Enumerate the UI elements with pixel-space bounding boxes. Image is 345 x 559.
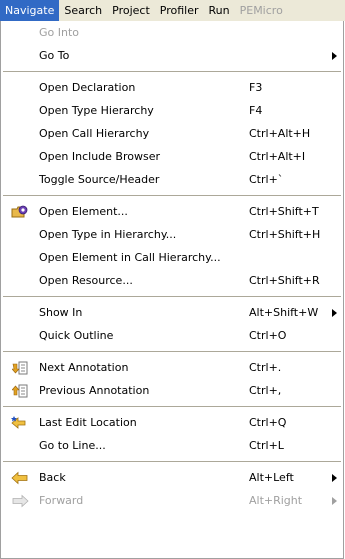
menu-separator: [3, 461, 341, 462]
menu-item-go-to-line[interactable]: Go to Line... Ctrl+L: [1, 434, 343, 457]
menu-item-shortcut: Ctrl+Q: [249, 416, 287, 429]
menu-item-shortcut: Ctrl+Shift+H: [249, 228, 321, 241]
menu-item-shortcut: Ctrl+Alt+H: [249, 127, 311, 140]
menu-item-label: Open Resource...: [39, 274, 133, 287]
menu-item-last-edit-location[interactable]: Last Edit Location Ctrl+Q: [1, 411, 343, 434]
previous-annotation-icon: [1, 379, 39, 402]
forward-arrow-icon: [1, 489, 39, 512]
menu-separator: [3, 351, 341, 352]
submenu-arrow-icon: [332, 44, 337, 67]
menubar-navigate[interactable]: Navigate: [0, 0, 60, 21]
menu-separator: [3, 406, 341, 407]
menu-item-open-type-in-hierarchy[interactable]: Open Type in Hierarchy... Ctrl+Shift+H: [1, 223, 343, 246]
menu-bar: Navigate Search Project Profiler Run PEM…: [0, 0, 345, 21]
menu-item-open-declaration[interactable]: Open Declaration F3: [1, 76, 343, 99]
menu-item-label: Open Type Hierarchy: [39, 104, 154, 117]
next-annotation-icon: [1, 356, 39, 379]
submenu-arrow-icon: [332, 466, 337, 489]
menu-item-label: Open Include Browser: [39, 150, 160, 163]
menu-item-label: Open Element in Call Hierarchy...: [39, 251, 221, 264]
menu-item-label: Quick Outline: [39, 329, 114, 342]
menu-item-go-to[interactable]: Go To: [1, 44, 343, 67]
menubar-run[interactable]: Run: [204, 0, 235, 21]
menu-separator: [3, 71, 341, 72]
open-element-icon: [1, 200, 39, 223]
menubar-search[interactable]: Search: [59, 0, 107, 21]
menu-item-open-element[interactable]: Open Element... Ctrl+Shift+T: [1, 200, 343, 223]
menu-separator: [3, 296, 341, 297]
menu-item-label: Open Call Hierarchy: [39, 127, 150, 140]
menu-item-toggle-source-header[interactable]: Toggle Source/Header Ctrl+`: [1, 168, 343, 191]
menu-separator: [3, 195, 341, 196]
menu-item-shortcut: F4: [249, 104, 263, 117]
submenu-arrow-icon: [332, 301, 337, 324]
menu-item-label: Open Type in Hierarchy...: [39, 228, 177, 241]
menu-item-previous-annotation[interactable]: Previous Annotation Ctrl+,: [1, 379, 343, 402]
menu-item-open-include-browser[interactable]: Open Include Browser Ctrl+Alt+I: [1, 145, 343, 168]
menu-item-shortcut: Alt+Left: [249, 471, 294, 484]
menu-item-shortcut: Ctrl+,: [249, 384, 282, 397]
menu-item-go-into[interactable]: Go Into: [1, 21, 343, 44]
menu-item-next-annotation[interactable]: Next Annotation Ctrl+.: [1, 356, 343, 379]
menubar-profiler[interactable]: Profiler: [155, 0, 204, 21]
menu-item-open-element-in-call-hierarchy[interactable]: Open Element in Call Hierarchy...: [1, 246, 343, 269]
back-arrow-icon: [1, 466, 39, 489]
menu-item-shortcut: Alt+Right: [249, 494, 303, 507]
menu-item-open-type-hierarchy[interactable]: Open Type Hierarchy F4: [1, 99, 343, 122]
menu-item-quick-outline[interactable]: Quick Outline Ctrl+O: [1, 324, 343, 347]
menu-item-label: Previous Annotation: [39, 384, 150, 397]
menu-item-shortcut: F3: [249, 81, 263, 94]
menu-item-label: Back: [39, 471, 66, 484]
menu-item-shortcut: Ctrl+`: [249, 173, 284, 186]
menu-item-show-in[interactable]: Show In Alt+Shift+W: [1, 301, 343, 324]
menu-item-forward[interactable]: Forward Alt+Right: [1, 489, 343, 512]
menu-item-label: Show In: [39, 306, 83, 319]
last-edit-location-icon: [1, 411, 39, 434]
menu-item-open-resource[interactable]: Open Resource... Ctrl+Shift+R: [1, 269, 343, 292]
menu-item-open-call-hierarchy[interactable]: Open Call Hierarchy Ctrl+Alt+H: [1, 122, 343, 145]
submenu-arrow-icon: [332, 489, 337, 512]
menu-item-label: Go To: [39, 49, 70, 62]
menu-item-shortcut: Ctrl+Shift+T: [249, 205, 319, 218]
menu-item-label: Toggle Source/Header: [39, 173, 160, 186]
menu-item-label: Go Into: [39, 26, 80, 39]
menu-item-label: Last Edit Location: [39, 416, 137, 429]
menu-item-label: Open Element...: [39, 205, 128, 218]
menubar-project[interactable]: Project: [107, 0, 155, 21]
menu-item-shortcut: Ctrl+Alt+I: [249, 150, 306, 163]
menu-item-shortcut: Ctrl+O: [249, 329, 287, 342]
menu-item-label: Open Declaration: [39, 81, 136, 94]
menu-item-label: Next Annotation: [39, 361, 129, 374]
menu-item-shortcut: Ctrl+.: [249, 361, 282, 374]
menu-item-shortcut: Ctrl+L: [249, 439, 284, 452]
menu-item-label: Forward: [39, 494, 84, 507]
menubar-pemicro[interactable]: PEMicro: [235, 0, 288, 21]
menu-item-back[interactable]: Back Alt+Left: [1, 466, 343, 489]
menu-item-label: Go to Line...: [39, 439, 106, 452]
menu-item-shortcut: Ctrl+Shift+R: [249, 274, 320, 287]
menu-item-shortcut: Alt+Shift+W: [249, 306, 319, 319]
navigate-menu: Go Into Go To Open Declaration F3 Open T…: [0, 21, 344, 559]
